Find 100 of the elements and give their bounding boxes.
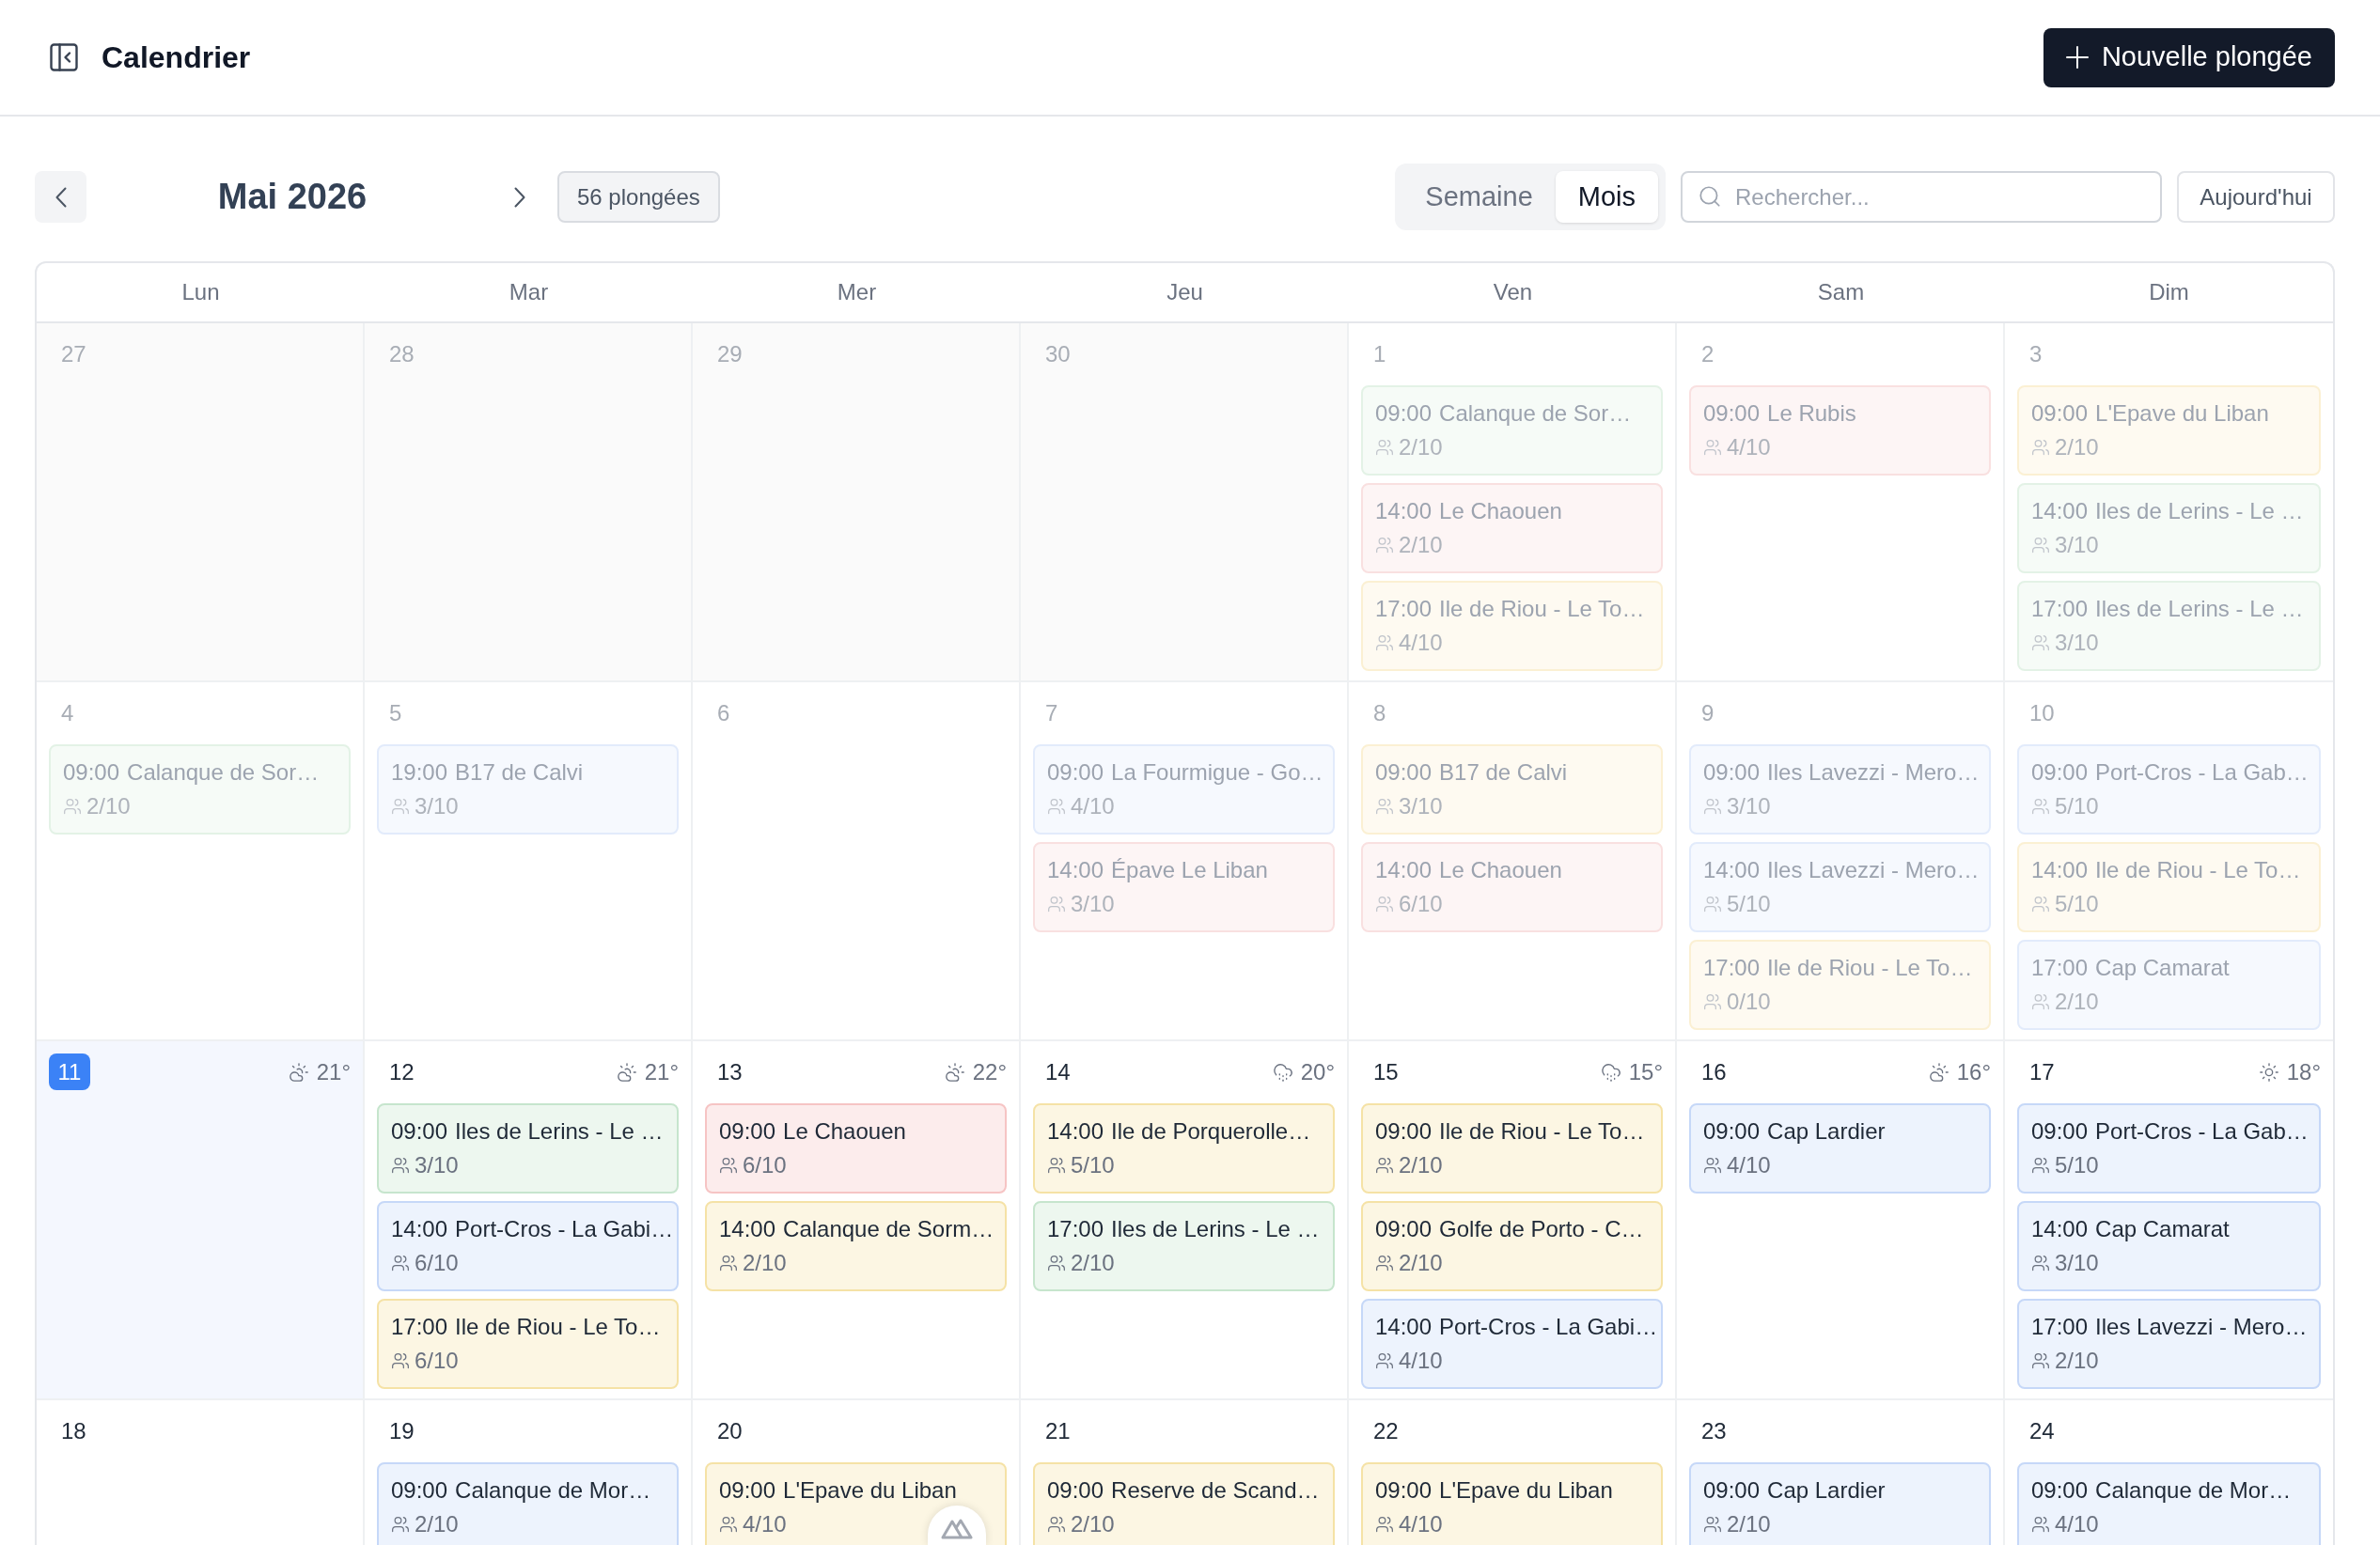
event-title: Épave Le Liban [1111, 856, 1268, 884]
event-title: Port-Cros - La Gab… [2095, 1117, 2309, 1146]
event-time: 14:00 [2031, 1215, 2089, 1243]
event-card[interactable]: 09:00 Ile de Riou - Le To… 2/10 [1361, 1103, 1663, 1194]
people-icon [391, 1515, 410, 1534]
participant-count: 6/10 [415, 1249, 459, 1277]
participant-count: 2/10 [1399, 1249, 1443, 1277]
day-number: 15 [1372, 1057, 1400, 1086]
people-icon [2031, 895, 2050, 913]
event-title: Cap Lardier [1767, 1476, 1886, 1505]
people-icon [1375, 1156, 1394, 1175]
day-number: 23 [1700, 1416, 1728, 1445]
event-time: 19:00 [391, 758, 448, 787]
participant-count: 4/10 [1727, 1151, 1771, 1179]
search-icon [1698, 184, 1722, 209]
event-card[interactable]: 14:00 Ile de Porquerolle… 5/10 [1033, 1103, 1335, 1194]
event-title: Ile de Riou - Le To… [1767, 954, 1973, 982]
partly-cloudy-icon [1928, 1061, 1949, 1083]
event-title: Iles de Lerins - Le … [1111, 1215, 1320, 1243]
people-icon [719, 1254, 738, 1272]
weekday-label: Lun [181, 278, 220, 306]
day-number: 2 [1700, 339, 1715, 368]
participant-count: 2/10 [415, 1510, 459, 1538]
view-tab[interactable]: Mois [1555, 171, 1658, 223]
event-title: Calanque de Sorm… [783, 1215, 994, 1243]
day-number: 29 [716, 339, 744, 368]
view-tab[interactable]: Semaine [1402, 171, 1556, 223]
event-title: Port-Cros - La Gabi… [1439, 1313, 1658, 1341]
sidebar-toggle-button[interactable] [47, 40, 81, 74]
event-time: 09:00 [1375, 399, 1433, 428]
day-number: 27 [60, 339, 87, 368]
event-card[interactable]: 09:00 Port-Cros - La Gab… 5/10 [2017, 1103, 2321, 1194]
event-time: 14:00 [1047, 856, 1104, 884]
event-card[interactable]: 09:00 Calanque de Mor… 2/10 [377, 1462, 679, 1545]
day-number: 24 [2028, 1416, 2056, 1445]
event-title: Cap Camarat [2095, 1215, 2230, 1243]
event-card[interactable]: 09:00 Reserve de Scand… 2/10 [1033, 1462, 1335, 1545]
event-card[interactable]: 09:00 Golfe de Porto - C… 2/10 [1361, 1201, 1663, 1291]
people-icon [2031, 992, 2050, 1011]
day-number: 28 [388, 339, 415, 368]
event-card[interactable]: 09:00 L'Epave du Liban 4/10 [705, 1462, 1007, 1545]
event-title: L'Epave du Liban [1439, 1476, 1613, 1505]
people-icon [2031, 1351, 2050, 1370]
rain-cloud-icon [1272, 1061, 1293, 1083]
event-card[interactable]: 09:00 Calanque de Mor… 4/10 [2017, 1462, 2321, 1545]
temperature-label: 18° [2286, 1057, 2321, 1086]
event-card[interactable]: 14:00 Port-Cros - La Gabi… 6/10 [377, 1201, 679, 1291]
event-card[interactable]: 09:00 Le Chaouen 6/10 [705, 1103, 1007, 1194]
event-time: 17:00 [2031, 954, 2089, 982]
event-time: 17:00 [1047, 1215, 1104, 1243]
event-time: 09:00 [719, 1117, 776, 1146]
people-icon [719, 1156, 738, 1175]
search-field[interactable]: Rechercher... [1681, 171, 2162, 223]
previous-month-button[interactable] [35, 171, 86, 223]
partly-cloudy-icon [288, 1061, 309, 1083]
day-number: 20 [716, 1416, 744, 1445]
rain-cloud-icon [1600, 1061, 1621, 1083]
day-number: 21 [1044, 1416, 1072, 1445]
participant-count: 3/10 [2055, 531, 2099, 559]
participant-count: 3/10 [415, 792, 459, 820]
event-time: 09:00 [1375, 758, 1433, 787]
event-card[interactable]: 14:00 Calanque de Sorm… 2/10 [705, 1201, 1007, 1291]
weekday-label: Mer [837, 278, 877, 306]
people-icon [1047, 1254, 1066, 1272]
people-icon [1375, 438, 1394, 457]
event-time: 14:00 [1375, 497, 1433, 525]
event-card[interactable]: 17:00 Iles Lavezzi - Mero… 2/10 [2017, 1299, 2321, 1389]
temperature-label: 16° [1956, 1057, 1991, 1086]
event-title: Iles Lavezzi - Mero… [1767, 856, 1980, 884]
event-title: Reserve de Scand… [1111, 1476, 1320, 1505]
day-number: 13 [716, 1057, 744, 1086]
participant-count: 2/10 [86, 792, 131, 820]
people-icon [2031, 1515, 2050, 1534]
page-title: Calendrier [102, 39, 251, 76]
event-card[interactable]: 14:00 Port-Cros - La Gabi… 4/10 [1361, 1299, 1663, 1389]
event-card[interactable]: 09:00 Cap Lardier 4/10 [1689, 1103, 1991, 1194]
event-card[interactable]: 09:00 Iles de Lerins - Le … 3/10 [377, 1103, 679, 1194]
people-icon [1047, 895, 1066, 913]
event-card[interactable]: 14:00 Cap Camarat 3/10 [2017, 1201, 2321, 1291]
event-time: 09:00 [1375, 1117, 1433, 1146]
chevron-left-icon [55, 186, 67, 208]
day-number: 12 [388, 1057, 415, 1086]
event-title: Cap Lardier [1767, 1117, 1886, 1146]
participant-count: 5/10 [2055, 1151, 2099, 1179]
event-card[interactable]: 17:00 Ile de Riou - Le To… 6/10 [377, 1299, 679, 1389]
event-title: B17 de Calvi [1439, 758, 1568, 787]
people-icon [1375, 895, 1394, 913]
new-dive-button[interactable]: Nouvelle plongée [2043, 27, 2335, 87]
event-card[interactable]: 17:00 Iles de Lerins - Le … 2/10 [1033, 1201, 1335, 1291]
event-card[interactable]: 09:00 L'Epave du Liban 4/10 [1361, 1462, 1663, 1545]
day-number: 5 [388, 698, 403, 727]
event-time: 09:00 [1703, 758, 1761, 787]
day-number: 7 [1044, 698, 1059, 727]
weekday-label: Jeu [1167, 278, 1203, 306]
people-icon [391, 1156, 410, 1175]
plus-icon [2065, 46, 2089, 69]
people-icon [719, 1515, 738, 1534]
today-button[interactable]: Aujourd'hui [2177, 171, 2335, 223]
day-number: 14 [1044, 1057, 1072, 1086]
event-card[interactable]: 09:00 Cap Lardier 2/10 [1689, 1462, 1991, 1545]
